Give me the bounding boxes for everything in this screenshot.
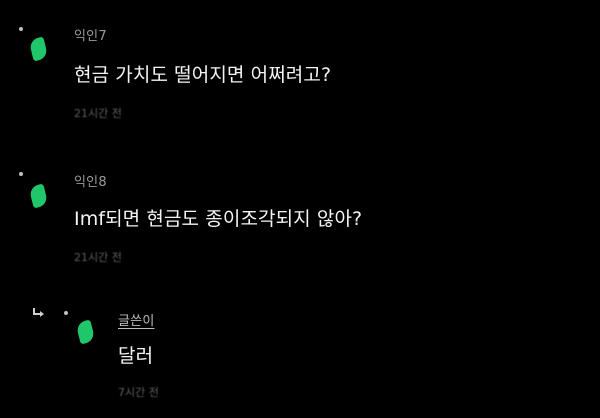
green-leaf-icon <box>75 319 96 345</box>
bullet-dot-icon <box>64 311 68 315</box>
comment-item: 익인7 현금 가치도 떨어지면 어쩌려고? 21시간 전 <box>0 0 600 150</box>
comment-time: 21시간 전 <box>74 251 122 264</box>
comment-item: 익인8 Imf되면 현금도 종이조각되지 않아? 21시간 전 <box>0 150 600 290</box>
reply-item: 글쓴이 달러 7시간 전 <box>0 290 600 418</box>
comment-text: 현금 가치도 떨어지면 어쩌려고? <box>74 64 332 86</box>
bullet-dot-icon <box>19 172 23 176</box>
reply-arrow-icon <box>33 308 44 317</box>
reply-author[interactable]: 글쓴이 <box>118 310 154 329</box>
reply-time: 7시간 전 <box>118 386 159 399</box>
comment-text: Imf되면 현금도 종이조각되지 않아? <box>74 208 363 230</box>
comment-author[interactable]: 익인8 <box>74 171 107 190</box>
green-leaf-icon <box>28 183 49 209</box>
reply-text: 달러 <box>118 345 154 367</box>
bullet-dot-icon <box>19 27 23 31</box>
green-leaf-icon <box>28 36 49 62</box>
comment-author[interactable]: 익인7 <box>74 25 107 44</box>
comment-time: 21시간 전 <box>74 107 122 120</box>
